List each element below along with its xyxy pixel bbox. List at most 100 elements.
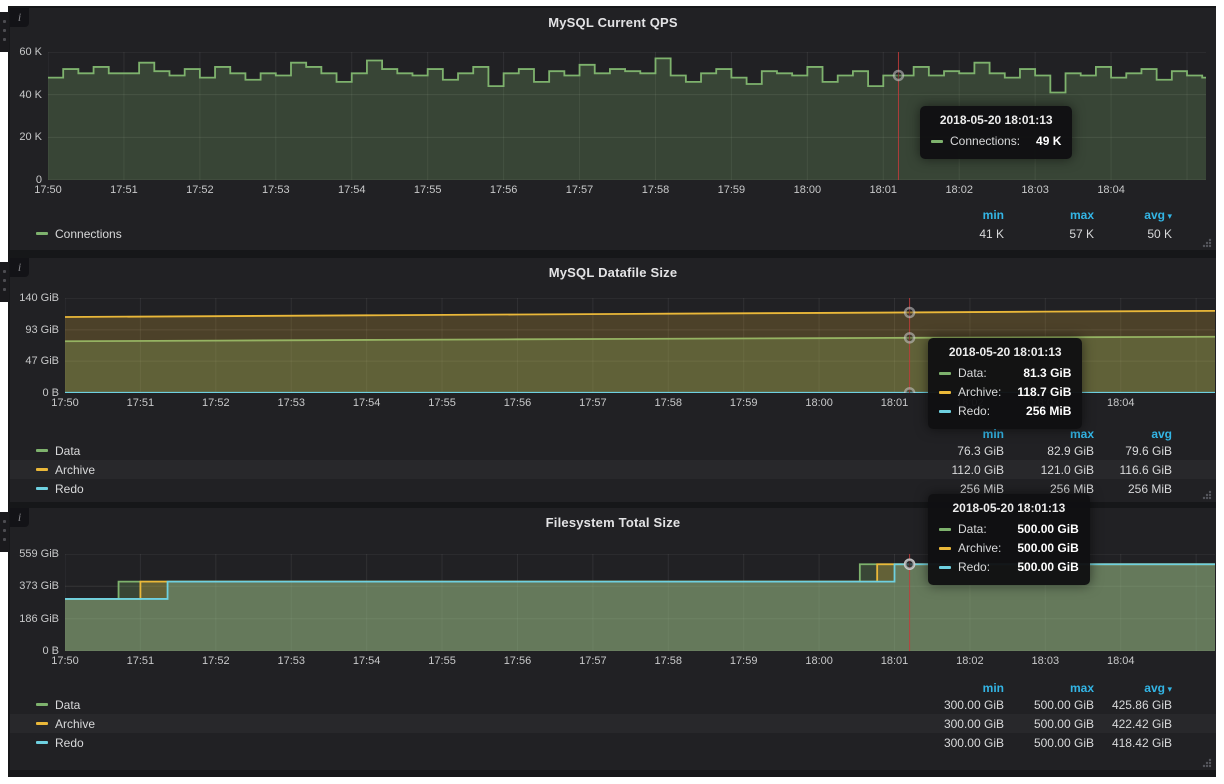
row-drag-handle[interactable] [0,512,9,552]
tooltip-series-row: Redo:500.00 GiB [939,558,1079,577]
legend-series-name[interactable]: Archive [55,463,95,477]
y-axis-label: 559 GiB [7,548,59,561]
stat-value-min: 112.0 GiB [914,463,1004,477]
stat-value-min: 300.00 GiB [914,717,1004,731]
stat-value-max: 500.00 GiB [1004,698,1094,712]
stat-value-avg: 418.42 GiB [1094,736,1172,750]
x-axis-label: 17:59 [712,397,776,410]
tooltip-series-label: Archive: [958,539,1001,558]
series-color-dash-icon [36,449,48,452]
y-axis-label: 20 K [0,131,42,144]
panel-title[interactable]: MySQL Datafile Size [10,265,1216,280]
tooltip-series-label: Data: [958,520,987,539]
legend-row-redo: Redo300.00 GiB500.00 GiB418.42 GiB [10,733,1216,752]
x-axis-label: 18:03 [1013,655,1077,668]
x-axis-label: 18:04 [1089,397,1153,410]
x-axis-label: 17:53 [259,655,323,668]
stat-value-min: 41 K [914,227,1004,241]
series-color-dash-icon [36,722,48,725]
legend-series-name[interactable]: Data [55,698,80,712]
series-color-dash-icon [939,372,951,375]
x-axis-label: 18:04 [1079,184,1143,197]
stat-header-max[interactable]: max [1004,681,1094,695]
y-axis-label: 40 K [0,89,42,102]
sort-caret-icon: ▾ [1165,211,1172,221]
tooltip-series-value: 500.00 GiB [1001,520,1078,539]
x-axis-label: 17:53 [259,397,323,410]
panel-resize-handle[interactable] [1201,236,1213,248]
x-axis-label: 17:51 [108,397,172,410]
stat-header-avg[interactable]: avg [1094,427,1172,441]
legend-series-name[interactable]: Redo [55,482,84,496]
hover-tooltip-qps: 2018-05-20 18:01:13 Connections:49 K [920,106,1072,159]
x-axis-label: 17:57 [561,655,625,668]
hover-tooltip-datafile: 2018-05-20 18:01:13 Data:81.3 GiBArchive… [928,338,1082,429]
panel-resize-handle[interactable] [1201,488,1213,500]
stat-value-max: 57 K [1004,227,1094,241]
legend-series-name[interactable]: Redo [55,736,84,750]
grafana-dashboard-page: i MySQL Current QPS 60 K40 K20 K0 17:501… [0,0,1224,784]
panel-title[interactable]: MySQL Current QPS [10,15,1216,30]
tooltip-timestamp: 2018-05-20 18:01:13 [939,501,1079,515]
stat-value-avg: 422.42 GiB [1094,717,1172,731]
hover-point-marker [905,388,914,393]
stat-value-avg: 116.6 GiB [1094,463,1172,477]
x-axis-label: 18:04 [1089,655,1153,668]
legend-series-name[interactable]: Connections [55,227,122,241]
stat-header-max[interactable]: max [1004,208,1094,222]
tooltip-series-value: 49 K [1020,132,1061,151]
stat-header-min[interactable]: min [914,208,1004,222]
tooltip-series-row: Data: 500.00 GiB [939,520,1079,539]
stat-value-max: 121.0 GiB [1004,463,1094,477]
series-color-dash-icon [939,391,951,394]
stat-value-avg: 256 MiB [1094,482,1172,496]
x-axis-label: 18:02 [938,655,1002,668]
x-axis-label: 17:50 [16,184,80,197]
y-axis-label: 186 GiB [7,613,59,626]
x-axis-label: 17:59 [699,184,763,197]
tooltip-series-value: 81.3 GiB [1007,364,1071,383]
x-axis-label: 17:50 [33,655,97,668]
x-axis-label: 17:53 [244,184,308,197]
legend-row-archive: Archive 300.00 GiB500.00 GiB422.42 GiB [10,714,1216,733]
x-axis-label: 17:58 [636,397,700,410]
x-axis-label: 17:58 [636,655,700,668]
x-axis-label: 17:58 [623,184,687,197]
stat-header-avg[interactable]: avg ▾ [1094,681,1172,695]
stat-value-max: 500.00 GiB [1004,717,1094,731]
series-color-dash-icon [939,566,951,569]
row-drag-handle[interactable] [0,12,9,52]
x-axis-label: 18:01 [851,184,915,197]
stat-header-min[interactable]: min [914,681,1004,695]
panel-resize-handle[interactable] [1201,756,1213,768]
series-color-dash-icon [931,140,943,143]
row-drag-handle[interactable] [0,262,9,302]
legend-series-name[interactable]: Data [55,444,80,458]
x-axis-label: 17:50 [33,397,97,410]
x-axis-label: 18:00 [775,184,839,197]
x-axis-label: 17:54 [335,397,399,410]
series-color-dash-icon [939,547,951,550]
x-axis-label: 17:52 [184,397,248,410]
legend-row-connections: Connections41 K57 K50 K [10,225,1216,242]
stat-value-max: 82.9 GiB [1004,444,1094,458]
tooltip-series-row: Connections:49 K [931,132,1061,151]
legend-series-name[interactable]: Archive [55,717,95,731]
x-axis-label: 17:55 [396,184,460,197]
tooltip-series-value: 256 MiB [1010,402,1071,421]
x-axis-label: 17:51 [92,184,156,197]
x-axis-label: 17:57 [548,184,612,197]
tooltip-series-value: 500.00 GiB [1001,539,1078,558]
x-axis-label: 18:01 [863,397,927,410]
stat-header-avg[interactable]: avg ▾ [1094,208,1172,222]
x-axis-label: 17:54 [320,184,384,197]
x-axis-label: 17:56 [472,184,536,197]
x-axis-label: 18:03 [1003,184,1067,197]
tooltip-series-row: Redo:256 MiB [939,402,1071,421]
x-axis-label: 17:57 [561,397,625,410]
y-axis-label: 47 GiB [7,355,59,368]
y-axis-label: 373 GiB [7,580,59,593]
x-axis-label: 17:55 [410,397,474,410]
x-axis-label: 17:55 [410,655,474,668]
x-axis-label: 17:59 [712,655,776,668]
